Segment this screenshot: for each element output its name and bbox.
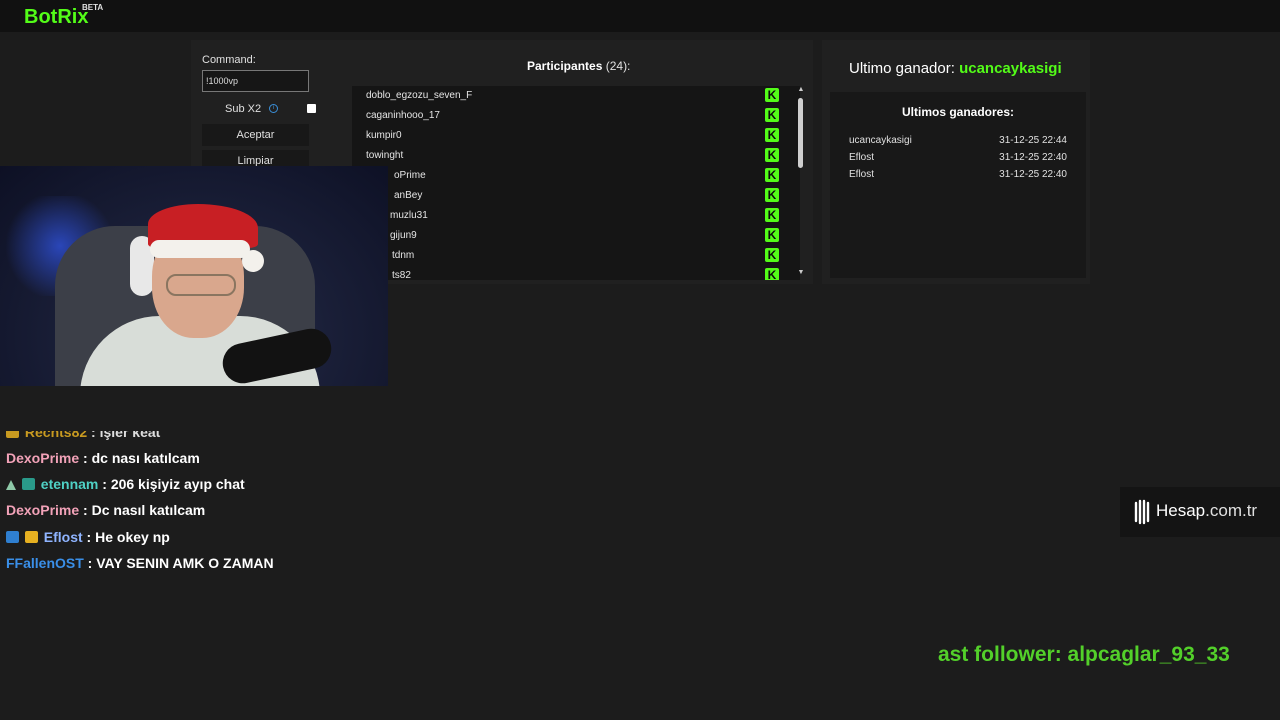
participant-row[interactable]: caganinhooo_17 K <box>366 106 786 126</box>
accept-button[interactable]: Aceptar <box>202 124 309 146</box>
santa-hat-pompom <box>242 250 264 272</box>
last-follower-ticker: ast follower: alpcaglar_93_33 <box>938 643 1230 666</box>
participant-row[interactable]: oPrime K <box>366 166 786 186</box>
winner-row: Eflost 31-12-25 22:40 <box>849 169 1067 185</box>
winner-name: Eflost <box>849 169 875 180</box>
kick-icon: K <box>765 168 779 182</box>
scroll-down-icon[interactable]: ▼ <box>796 269 806 276</box>
chat-text: He okey np <box>95 529 170 545</box>
participant-name: anBey <box>394 190 423 201</box>
winner-row: Eflost 31-12-25 22:40 <box>849 152 1067 168</box>
last-winner: Ultimo ganador: ucancaykasigi <box>849 60 1062 77</box>
participant-name: gijun9 <box>390 230 417 241</box>
participants-list[interactable]: doblo_egzozu_seven_F K caganinhooo_17 K … <box>352 86 800 280</box>
winner-date: 31-12-25 22:44 <box>999 135 1067 146</box>
participant-name: oPrime <box>394 170 426 181</box>
webcam-feed <box>0 166 388 386</box>
vip-badge-icon <box>6 431 19 438</box>
chat-text: işler keat <box>99 424 161 440</box>
chat-username: Recnts82 <box>24 424 88 440</box>
chat-username: etennam <box>40 476 99 492</box>
chat-message: etennam : 206 kişiyiz ayıp chat <box>6 476 245 496</box>
kick-icon: K <box>765 108 779 122</box>
participant-row[interactable]: tdnm K <box>366 246 786 266</box>
participant-row[interactable]: gijun9 K <box>366 226 786 246</box>
participants-scrollbar[interactable]: ▲ ▼ <box>796 86 806 280</box>
kick-icon: K <box>765 128 779 142</box>
moderator-badge-icon <box>6 531 19 543</box>
participant-row[interactable]: ts82 K <box>366 266 786 280</box>
participant-row[interactable]: towinght K <box>366 146 786 166</box>
kick-icon: K <box>765 188 779 202</box>
participant-name: doblo_egzozu_seven_F <box>366 90 473 101</box>
sub-x2-checkbox[interactable] <box>307 104 316 113</box>
participant-name: towinght <box>366 150 404 161</box>
winner-panel: Ultimo ganador: ucancaykasigi Ultimos ga… <box>822 40 1090 284</box>
hesap-text: Hesap.com.tr <box>1156 501 1257 521</box>
kick-icon: K <box>765 208 779 222</box>
last-winner-name: ucancaykasigi <box>959 60 1062 77</box>
winners-box: Ultimos ganadores: ucancaykasigi 31-12-2… <box>830 92 1086 278</box>
sponsor-banner: Hesap.com.tr <box>1120 487 1280 537</box>
chat-username: Eflost <box>43 529 83 545</box>
participant-row[interactable]: anBey K <box>366 186 786 206</box>
chat-text: 206 kişiyiz ayıp chat <box>110 476 245 492</box>
chat-message: Eflost : He okey np <box>6 529 170 549</box>
winner-row: ucancaykasigi 31-12-25 22:44 <box>849 135 1067 151</box>
triangle-badge-icon <box>6 480 16 490</box>
hesap-main: Hesap <box>1156 501 1206 520</box>
participant-row[interactable]: muzlu31 K <box>366 206 786 226</box>
command-input[interactable]: !1000vp <box>202 70 309 92</box>
chat-text: Dc nasıl katılcam <box>91 502 206 518</box>
participants-title: Participantes (24): <box>527 59 630 73</box>
hesap-tld: .com.tr <box>1205 501 1258 520</box>
beta-tag: BETA <box>82 3 104 12</box>
kick-icon: K <box>765 268 779 280</box>
chat-message: Recnts82 : işler keat <box>6 424 161 444</box>
chat-message: DexoPrime : dc nası katılcam <box>6 450 200 466</box>
participant-row[interactable]: kumpir0 K <box>366 126 786 146</box>
top-bar: BotRix BETA <box>0 0 1280 32</box>
participants-count: (24): <box>605 59 631 73</box>
command-label: Command: <box>202 54 256 66</box>
chat-username: DexoPrime <box>6 450 80 466</box>
subscriber-badge-icon <box>21 478 35 490</box>
winners-title: Ultimos ganadores: <box>901 105 1015 119</box>
sub-x2-label: Sub X2 <box>225 103 262 115</box>
scroll-up-icon[interactable]: ▲ <box>796 86 806 93</box>
chat-message: FFallenOST : VAY SENIN AMK O ZAMAN <box>6 555 274 571</box>
chat-text: VAY SENIN AMK O ZAMAN <box>96 555 274 571</box>
kick-icon: K <box>765 148 779 162</box>
winner-name: ucancaykasigi <box>849 135 912 146</box>
winner-name: Eflost <box>849 152 875 163</box>
winner-date: 31-12-25 22:40 <box>999 169 1067 180</box>
info-icon[interactable]: i <box>269 104 278 113</box>
chat-username: FFallenOST <box>6 555 84 571</box>
last-winner-label: Ultimo ganador: <box>849 60 955 77</box>
vip-badge-icon <box>24 531 38 543</box>
kick-icon: K <box>765 228 779 242</box>
participant-name: kumpir0 <box>366 130 402 141</box>
participant-name: tdnm <box>392 250 415 261</box>
botrix-logo[interactable]: BotRix BETA <box>24 3 103 29</box>
participant-name: muzlu31 <box>390 210 428 221</box>
santa-hat-fur <box>150 240 250 258</box>
kick-icon: K <box>765 88 779 102</box>
kick-icon: K <box>765 248 779 262</box>
scroll-thumb[interactable] <box>798 98 803 168</box>
chat-message: DexoPrime : Dc nasıl katılcam <box>6 502 206 518</box>
participant-name: ts82 <box>392 270 411 280</box>
chat-text: dc nası katılcam <box>91 450 200 466</box>
winner-date: 31-12-25 22:40 <box>999 152 1067 163</box>
participant-name: caganinhooo_17 <box>366 110 440 121</box>
participant-row[interactable]: doblo_egzozu_seven_F K <box>366 86 786 106</box>
hesap-logo-icon <box>1134 499 1150 525</box>
chat-username: DexoPrime <box>6 502 80 518</box>
participants-title-text: Participantes <box>527 59 603 73</box>
glasses <box>166 274 236 296</box>
brand-name: BotRix <box>24 6 89 28</box>
